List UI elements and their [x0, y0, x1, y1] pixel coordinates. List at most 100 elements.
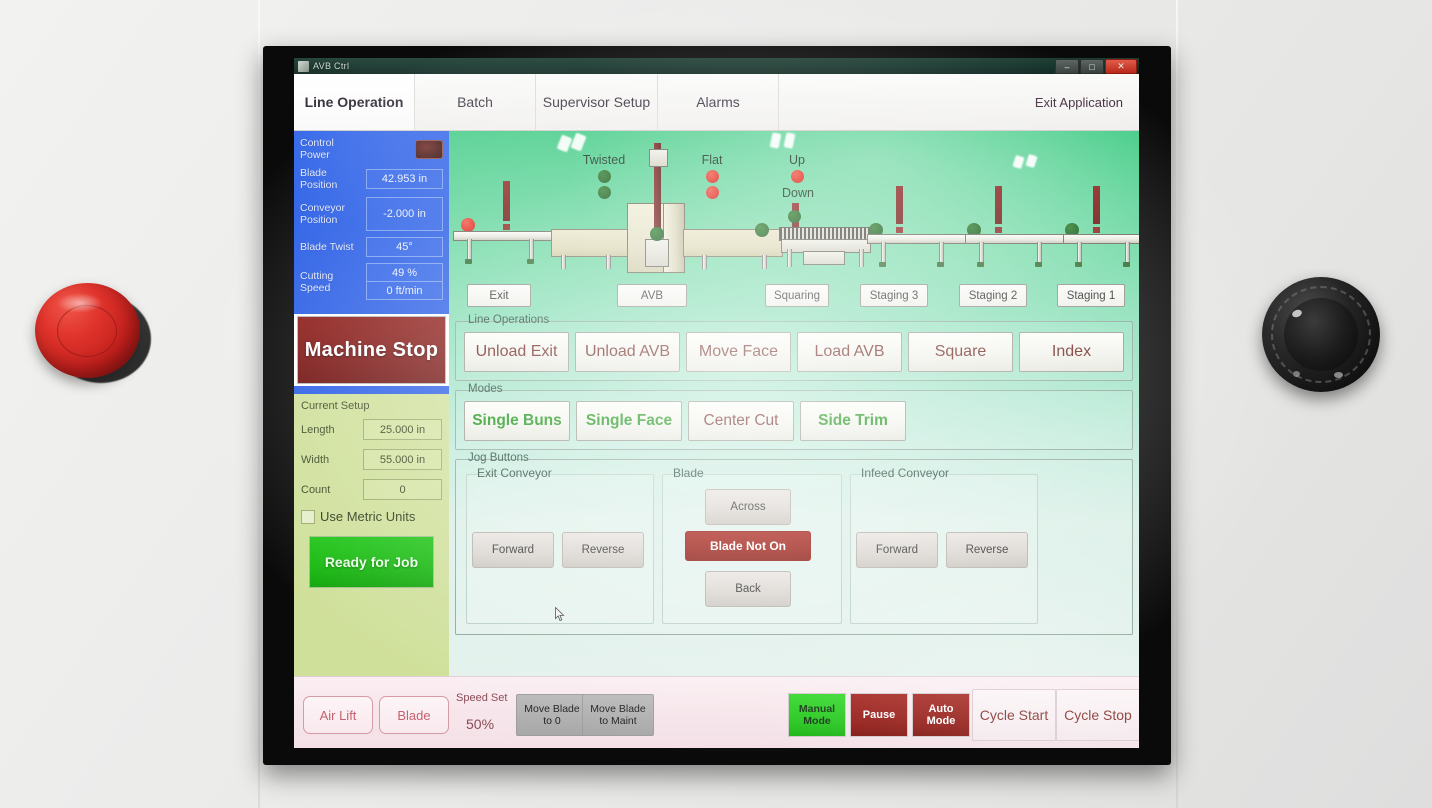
count-value[interactable]: 0: [363, 479, 442, 500]
tab-alarms[interactable]: Alarms: [658, 74, 779, 130]
exit-conveyor-reverse-button[interactable]: Reverse: [562, 532, 644, 568]
current-setup-title: Current Setup: [301, 400, 370, 412]
staging2-alarm-bang: [995, 186, 1002, 224]
staging2-leg-1: [979, 242, 984, 264]
mode-center-cut-button[interactable]: Center Cut: [688, 401, 794, 441]
exit-conveyor-group: Exit Conveyor Forward Reverse: [466, 466, 654, 624]
length-value[interactable]: 25.000 in: [363, 419, 442, 440]
blade-position-label: Blade Position: [300, 167, 338, 191]
unload-exit-button[interactable]: Unload Exit: [464, 332, 569, 372]
up-lamp-1: [790, 170, 804, 183]
move-face-button[interactable]: Move Face: [686, 332, 791, 372]
selector-knob[interactable]: [1262, 277, 1380, 392]
current-setup-panel: Current Setup Length 25.000 in Width 55.…: [294, 394, 449, 676]
exit-alarm-bang-dot: [503, 224, 510, 230]
manual-mode-button[interactable]: Manual Mode: [788, 693, 846, 737]
mode-single-face-button[interactable]: Single Face: [576, 401, 682, 441]
exit-application-button[interactable]: Exit Application: [1034, 74, 1139, 130]
maximize-button[interactable]: □: [1080, 59, 1104, 74]
width-value[interactable]: 55.000 in: [363, 449, 442, 470]
pause-button[interactable]: Pause: [850, 693, 908, 737]
monitor-bezel: AVB Ctrl – □ ✕ Line Operation Batch Supe…: [263, 46, 1171, 765]
tab-line-operation[interactable]: Line Operation: [294, 74, 415, 130]
knob-highlight-3: [1334, 372, 1343, 378]
unload-avb-button[interactable]: Unload AVB: [575, 332, 680, 372]
status-readout-panel: Control Power Blade Position 42.953 in C…: [294, 131, 449, 314]
cutting-speed-row: Cutting Speed 49 % 0 ft/min: [300, 263, 443, 300]
tab-supervisor-setup[interactable]: Supervisor Setup: [536, 74, 658, 130]
jog-subgroups: Exit Conveyor Forward Reverse Blade Acro…: [456, 460, 1132, 634]
staging1-alarm-bang-dot: [1093, 227, 1100, 233]
station-button-avb[interactable]: AVB: [617, 284, 687, 307]
avb-carriage: [645, 239, 669, 267]
exit-conveyor-forward-button[interactable]: Forward: [472, 532, 554, 568]
auto-mode-button[interactable]: Auto Mode: [912, 693, 970, 737]
speed-set-label: Speed Set: [456, 692, 508, 704]
staging3-leg-2: [939, 242, 944, 264]
move-blade-to-0-button[interactable]: Move Blade to 0: [516, 694, 588, 736]
screen-glare-5: [1012, 154, 1025, 170]
blade-status-button[interactable]: Blade Not On: [685, 531, 811, 561]
infeed-conveyor-forward-button[interactable]: Forward: [856, 532, 938, 568]
staging3-foot-1: [879, 262, 886, 267]
square-button[interactable]: Square: [908, 332, 1013, 372]
conveyor-exit-leg-2: [529, 239, 534, 261]
cycle-start-button[interactable]: Cycle Start: [972, 689, 1056, 741]
mode-single-buns-button[interactable]: Single Buns: [464, 401, 570, 441]
machine-line-diagram: Twisted Flat Up Down: [449, 131, 1139, 281]
application-icon: [298, 60, 309, 72]
station-button-exit[interactable]: Exit: [467, 284, 531, 307]
indicator-flat: Flat: [687, 153, 737, 199]
use-metric-units-checkbox[interactable]: [301, 509, 315, 524]
conveyor-exit-foot-1: [465, 259, 472, 264]
station-button-squaring[interactable]: Squaring: [765, 284, 829, 307]
ready-for-job-button[interactable]: Ready for Job: [309, 536, 434, 588]
knob-inner-cap: [1284, 298, 1358, 371]
tab-batch[interactable]: Batch: [415, 74, 536, 130]
use-metric-units-label: Use Metric Units: [320, 509, 416, 524]
infeed-conveyor-reverse-button[interactable]: Reverse: [946, 532, 1028, 568]
minimize-button[interactable]: –: [1055, 59, 1079, 74]
tab-spacer: [779, 74, 1035, 130]
index-button[interactable]: Index: [1019, 332, 1124, 372]
mode-side-trim-button[interactable]: Side Trim: [800, 401, 906, 441]
station-button-staging2[interactable]: Staging 2: [959, 284, 1027, 307]
setup-row-length: Length 25.000 in: [301, 419, 442, 440]
station-button-staging1[interactable]: Staging 1: [1057, 284, 1125, 307]
modes-group: Modes Single Buns Single Face Center Cut…: [455, 383, 1133, 450]
hmi-screen: AVB Ctrl – □ ✕ Line Operation Batch Supe…: [294, 58, 1139, 748]
conveyor-exit-leg-1: [467, 239, 472, 261]
blade-toggle-button[interactable]: Blade: [379, 696, 449, 734]
exit-conveyor-label: Exit Conveyor: [469, 466, 560, 480]
staging3-leg-1: [881, 242, 886, 264]
down-lamp: [788, 210, 801, 223]
load-avb-button[interactable]: Load AVB: [797, 332, 902, 372]
blade-back-button[interactable]: Back: [705, 571, 791, 607]
indicator-twisted: Twisted: [569, 153, 639, 199]
flat-lamp-2: [705, 186, 719, 199]
setup-row-width: Width 55.000 in: [301, 449, 442, 470]
tab-bar: Line Operation Batch Supervisor Setup Al…: [294, 74, 1139, 131]
machine-stop-button[interactable]: Machine Stop: [297, 316, 446, 384]
control-power-lamp[interactable]: [415, 139, 443, 159]
close-button[interactable]: ✕: [1105, 59, 1137, 74]
indicator-twisted-label: Twisted: [582, 153, 626, 167]
air-lift-button[interactable]: Air Lift: [303, 696, 373, 734]
staging1-alarm-bang: [1093, 186, 1100, 224]
screen-glare-3: [769, 132, 782, 149]
panel-seam-left: [258, 0, 260, 808]
move-blade-to-maint-button[interactable]: Move Blade to Maint: [582, 694, 654, 736]
staging2-leg-2: [1037, 242, 1042, 264]
emergency-stop-button[interactable]: [35, 283, 151, 383]
window-title: AVB Ctrl: [313, 61, 350, 71]
line-operation-main: Twisted Flat Up Down Exit AVB Squaring S…: [449, 131, 1139, 676]
line-operations-buttons: Unload Exit Unload AVB Move Face Load AV…: [456, 322, 1132, 380]
station-button-staging3[interactable]: Staging 3: [860, 284, 928, 307]
use-metric-units-row[interactable]: Use Metric Units: [301, 509, 442, 524]
length-label: Length: [301, 423, 335, 436]
blade-across-button[interactable]: Across: [705, 489, 791, 525]
staging3-alarm-bang: [896, 186, 903, 224]
cycle-stop-button[interactable]: Cycle Stop: [1056, 689, 1139, 741]
jog-buttons-group: Jog Buttons Exit Conveyor Forward Revers…: [455, 452, 1133, 635]
panel-left-leg-1: [561, 255, 566, 269]
